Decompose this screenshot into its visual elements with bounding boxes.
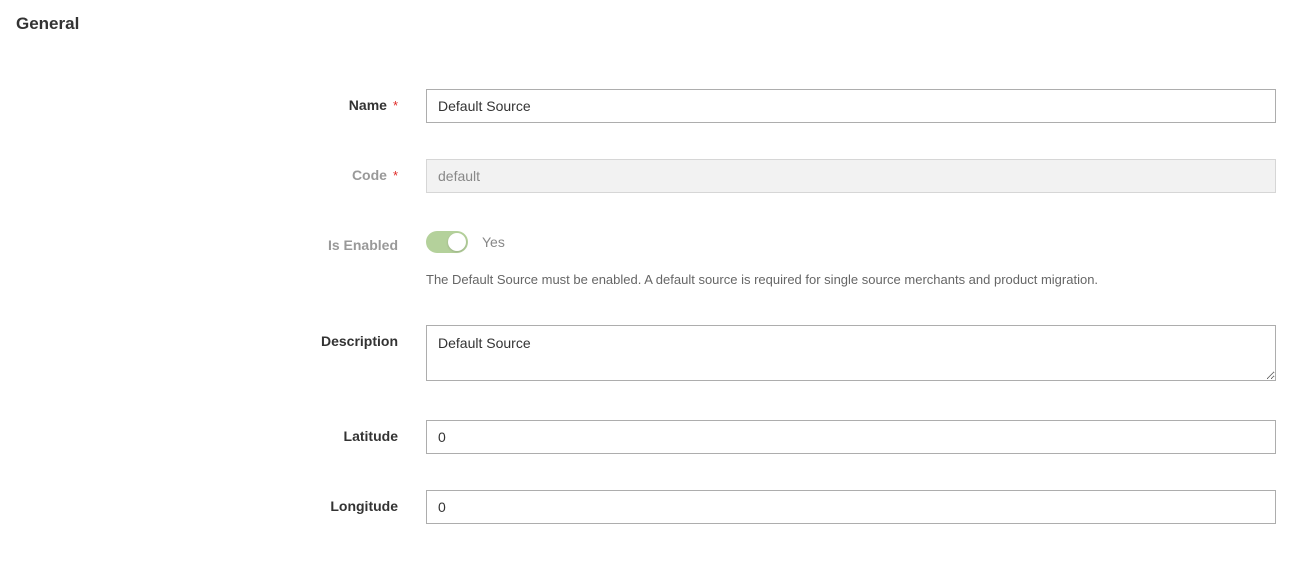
is-enabled-help-text: The Default Source must be enabled. A de… xyxy=(426,271,1276,289)
name-label: Name xyxy=(349,97,387,113)
latitude-input[interactable] xyxy=(426,420,1276,454)
is-enabled-label: Is Enabled xyxy=(328,237,398,253)
row-description: Description Default Source xyxy=(10,325,1286,384)
label-col-name: Name * xyxy=(10,89,426,113)
latitude-label: Latitude xyxy=(344,428,398,444)
label-col-latitude: Latitude xyxy=(10,420,426,444)
section-title: General xyxy=(10,14,1286,34)
longitude-label: Longitude xyxy=(330,498,398,514)
field-col-is-enabled: Yes The Default Source must be enabled. … xyxy=(426,229,1286,289)
name-input[interactable] xyxy=(426,89,1276,123)
field-col-description: Default Source xyxy=(426,325,1286,384)
toggle-wrapper: Yes xyxy=(426,229,1276,253)
label-col-code: Code * xyxy=(10,159,426,183)
required-icon: * xyxy=(393,98,398,113)
code-input xyxy=(426,159,1276,193)
field-col-code xyxy=(426,159,1286,193)
label-col-longitude: Longitude xyxy=(10,490,426,514)
is-enabled-toggle-text: Yes xyxy=(482,234,505,250)
field-col-name xyxy=(426,89,1286,123)
label-col-description: Description xyxy=(10,325,426,349)
row-longitude: Longitude xyxy=(10,490,1286,524)
row-name: Name * xyxy=(10,89,1286,123)
row-is-enabled: Is Enabled Yes The Default Source must b… xyxy=(10,229,1286,289)
code-label: Code xyxy=(352,167,387,183)
longitude-input[interactable] xyxy=(426,490,1276,524)
is-enabled-toggle xyxy=(426,231,468,253)
required-icon: * xyxy=(393,168,398,183)
label-col-is-enabled: Is Enabled xyxy=(10,229,426,253)
field-col-longitude xyxy=(426,490,1286,524)
description-label: Description xyxy=(321,333,398,349)
field-col-latitude xyxy=(426,420,1286,454)
description-textarea[interactable]: Default Source xyxy=(426,325,1276,381)
row-code: Code * xyxy=(10,159,1286,193)
row-latitude: Latitude xyxy=(10,420,1286,454)
toggle-knob-icon xyxy=(448,233,466,251)
